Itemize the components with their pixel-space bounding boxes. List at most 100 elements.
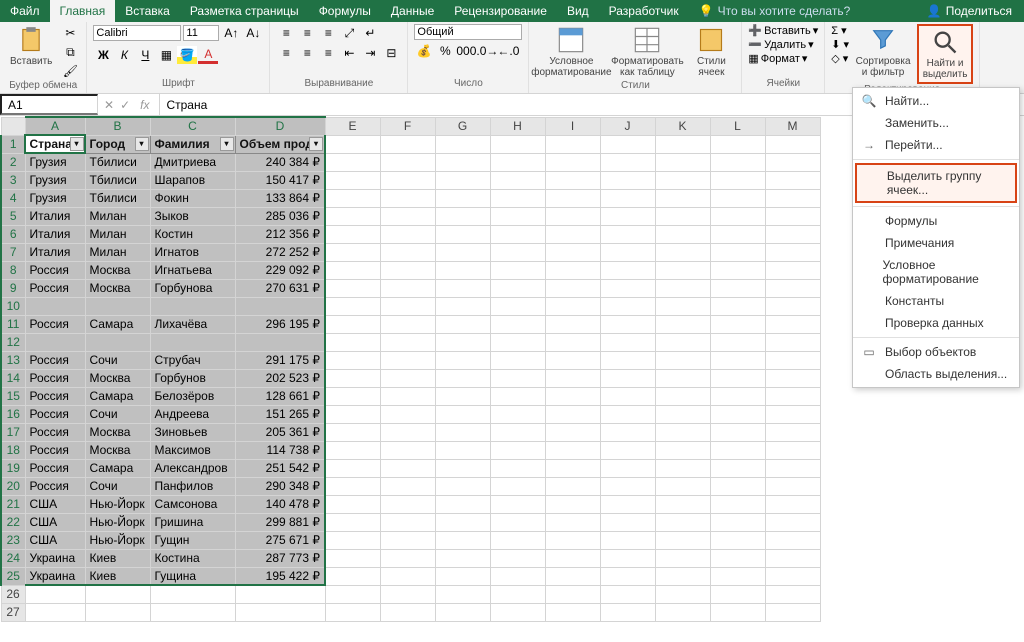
cell-B7[interactable]: Милан [85,243,150,261]
cell-E7[interactable] [325,243,380,261]
sort-filter-button[interactable]: Сортировка и фильтр [853,24,913,80]
cell-G22[interactable] [435,513,490,531]
cell-D19[interactable]: 251 542 ₽ [235,459,325,477]
menu-item-4[interactable]: Формулы [853,210,1019,232]
cell-L14[interactable] [710,369,765,387]
cell-I17[interactable] [545,423,600,441]
cell-F24[interactable] [380,549,435,567]
cell-C1[interactable]: Фамилия▾ [150,135,235,153]
cell-A27[interactable] [25,603,85,621]
cell-I24[interactable] [545,549,600,567]
cell-I20[interactable] [545,477,600,495]
cell-I13[interactable] [545,351,600,369]
cell-E20[interactable] [325,477,380,495]
cell-D10[interactable] [235,297,325,315]
clear-button[interactable]: ◇ ▾ [831,52,849,65]
font-name-select[interactable] [93,25,181,41]
cell-C5[interactable]: Зыков [150,207,235,225]
cell-I4[interactable] [545,189,600,207]
row-header-26[interactable]: 26 [1,585,25,603]
cell-L17[interactable] [710,423,765,441]
cell-F6[interactable] [380,225,435,243]
cell-H18[interactable] [490,441,545,459]
cell-F2[interactable] [380,153,435,171]
cell-D4[interactable]: 133 864 ₽ [235,189,325,207]
cell-L12[interactable] [710,333,765,351]
cell-C17[interactable]: Зиновьев [150,423,235,441]
cell-M10[interactable] [765,297,820,315]
cell-K19[interactable] [655,459,710,477]
row-header-23[interactable]: 23 [1,531,25,549]
cell-L3[interactable] [710,171,765,189]
cell-M8[interactable] [765,261,820,279]
font-size-select[interactable] [183,25,219,41]
cell-H14[interactable] [490,369,545,387]
cell-B13[interactable]: Сочи [85,351,150,369]
bold-button[interactable]: Ж [93,46,113,64]
cell-B25[interactable]: Киев [85,567,150,585]
cell-F11[interactable] [380,315,435,333]
increase-indent-icon[interactable]: ⇥ [360,44,380,62]
cell-G4[interactable] [435,189,490,207]
cell-E22[interactable] [325,513,380,531]
cell-H21[interactable] [490,495,545,513]
cell-E13[interactable] [325,351,380,369]
menu-item-2[interactable]: →Перейти... [853,134,1019,156]
cell-A4[interactable]: Грузия [25,189,85,207]
menu-item-8[interactable]: Проверка данных [853,312,1019,334]
cell-M1[interactable] [765,135,820,153]
cell-C23[interactable]: Гущин [150,531,235,549]
cell-B26[interactable] [85,585,150,603]
cell-G11[interactable] [435,315,490,333]
cell-C8[interactable]: Игнатьева [150,261,235,279]
row-header-11[interactable]: 11 [1,315,25,333]
row-header-27[interactable]: 27 [1,603,25,621]
cell-A20[interactable]: Россия [25,477,85,495]
row-header-6[interactable]: 6 [1,225,25,243]
name-box[interactable] [0,94,98,115]
cell-C26[interactable] [150,585,235,603]
cell-L24[interactable] [710,549,765,567]
cell-A24[interactable]: Украина [25,549,85,567]
cell-A1[interactable]: Страна▾ [25,135,85,153]
cell-F5[interactable] [380,207,435,225]
cell-G8[interactable] [435,261,490,279]
cell-M11[interactable] [765,315,820,333]
cell-K2[interactable] [655,153,710,171]
cell-M14[interactable] [765,369,820,387]
col-header-M[interactable]: M [765,117,820,135]
cell-K26[interactable] [655,585,710,603]
filter-button[interactable]: ▾ [309,137,323,151]
cell-J21[interactable] [600,495,655,513]
cell-I7[interactable] [545,243,600,261]
cell-M20[interactable] [765,477,820,495]
border-button[interactable]: ▦ [156,46,176,64]
cell-F17[interactable] [380,423,435,441]
cell-B18[interactable]: Москва [85,441,150,459]
tab-home[interactable]: Главная [50,0,116,22]
cell-L21[interactable] [710,495,765,513]
cell-E25[interactable] [325,567,380,585]
cell-K22[interactable] [655,513,710,531]
orientation-icon[interactable]: ⤢ [339,24,359,42]
find-select-button[interactable]: Найти и выделить [917,24,973,84]
decrease-indent-icon[interactable]: ⇤ [339,44,359,62]
cell-C16[interactable]: Андреева [150,405,235,423]
cell-D7[interactable]: 272 252 ₽ [235,243,325,261]
cell-J11[interactable] [600,315,655,333]
menu-item-10[interactable]: Область выделения... [853,363,1019,385]
cell-J17[interactable] [600,423,655,441]
cell-C19[interactable]: Александров [150,459,235,477]
align-middle-icon[interactable]: ≡ [297,24,317,42]
align-top-icon[interactable]: ≡ [276,24,296,42]
cell-C3[interactable]: Шарапов [150,171,235,189]
cell-H4[interactable] [490,189,545,207]
cell-G23[interactable] [435,531,490,549]
cell-I3[interactable] [545,171,600,189]
cell-H15[interactable] [490,387,545,405]
cell-G21[interactable] [435,495,490,513]
cell-E4[interactable] [325,189,380,207]
cell-H24[interactable] [490,549,545,567]
cell-B3[interactable]: Тбилиси [85,171,150,189]
cell-M25[interactable] [765,567,820,585]
